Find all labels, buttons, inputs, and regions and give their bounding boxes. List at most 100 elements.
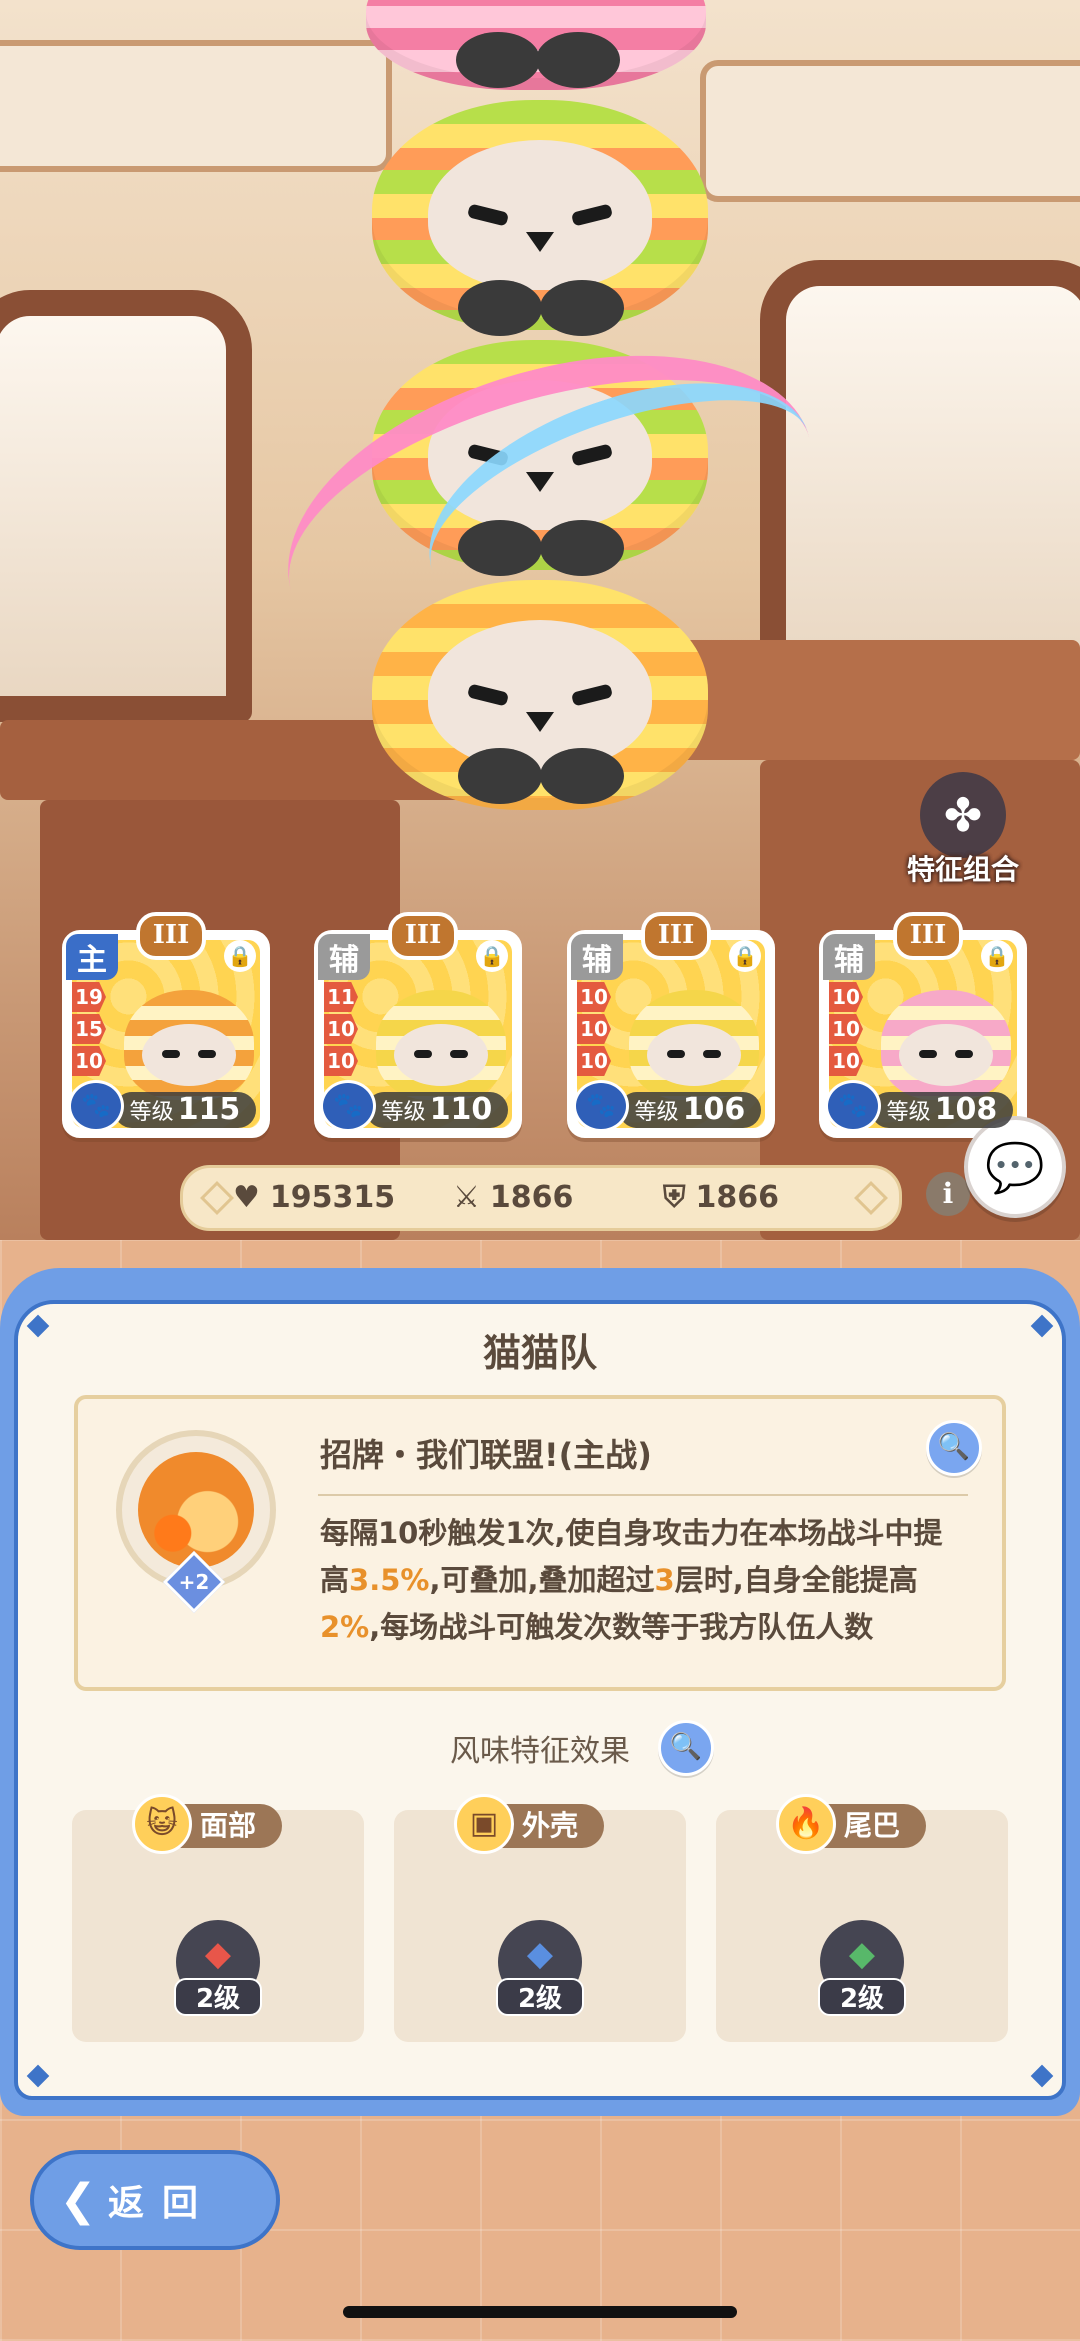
- fire-cat-icon: [138, 1452, 254, 1568]
- level-badge: 等级 106: [619, 1092, 761, 1128]
- shield-icon: ⛨: [663, 1180, 686, 1215]
- stat-pip: 10: [72, 1046, 106, 1076]
- paw-icon[interactable]: 🐾: [825, 1080, 881, 1132]
- stat-pip: 19: [72, 982, 106, 1012]
- level-badge: 等级 108: [871, 1092, 1013, 1128]
- cat-portrait: [881, 990, 1011, 1100]
- team-stats-bar: ♥ 195315 ⚔ 1866 ⛨ 1866: [180, 1165, 902, 1231]
- trait-combo-label: 特征组合: [906, 853, 1019, 886]
- hp-stat: ♥ 195315: [233, 1180, 395, 1215]
- trait-card[interactable]: 🔥 尾巴 ◆ 2级: [716, 1794, 1008, 2042]
- lock-icon[interactable]: 🔒: [981, 940, 1013, 972]
- cat-paw: [458, 748, 542, 804]
- ceiling-beam: [700, 60, 1080, 202]
- cat-paw: [536, 32, 620, 88]
- magnifier-icon: 🔍: [937, 1432, 971, 1462]
- stat-pip: 10: [324, 1046, 358, 1076]
- skill-divider: [318, 1494, 968, 1496]
- window-left: [0, 290, 252, 722]
- stat-pips: 10 10 10: [577, 982, 611, 1078]
- back-button[interactable]: ❮ 返回: [30, 2150, 280, 2250]
- trait-combo-button[interactable]: ✤ 特征组合: [898, 772, 1028, 886]
- home-indicator[interactable]: [343, 2306, 737, 2318]
- paw-icon[interactable]: 🐾: [68, 1080, 124, 1132]
- trait-level-text: 2级: [174, 1978, 262, 2016]
- cat-face: [647, 1024, 741, 1086]
- cat-portrait: [376, 990, 506, 1100]
- lock-icon[interactable]: 🔒: [224, 940, 256, 972]
- flavor-title-text: 风味特征效果: [450, 1734, 630, 1769]
- gem-icon: ◆: [526, 1934, 554, 1974]
- chat-bubble-icon: 💬: [985, 1139, 1045, 1196]
- cat-yellow-1: [372, 100, 708, 336]
- cat-face-icon: 😺: [132, 1794, 192, 1854]
- cat-eye: [198, 1050, 216, 1058]
- trait-label: 面部: [200, 1809, 257, 1842]
- level-label: 等级: [634, 1100, 679, 1125]
- cat-eye: [450, 1050, 468, 1058]
- cat-eye: [162, 1050, 180, 1058]
- shell-icon: ▣: [454, 1794, 514, 1854]
- trait-level: ◆ 2级: [496, 1920, 584, 2016]
- stat-pip: 10: [577, 1014, 611, 1044]
- desc-highlight: 3: [654, 1563, 675, 1597]
- cat-nose: [526, 232, 554, 252]
- cat-card[interactable]: 辅 III 🔒 11 10 10 🐾 等级 110: [314, 912, 522, 1138]
- rank-badge: III: [388, 912, 458, 960]
- desc-highlight: 3.5%: [349, 1563, 430, 1597]
- cat-eye: [570, 203, 614, 227]
- heart-icon: ♥: [233, 1180, 260, 1215]
- stat-pip: 11: [324, 982, 358, 1012]
- cat-eye: [466, 683, 510, 707]
- gem-icon: ◆: [204, 1934, 232, 1974]
- trait-level-text: 2级: [818, 1978, 906, 2016]
- desc-text: ,每场战斗可触发次数等于我方队伍人数: [369, 1610, 874, 1644]
- chat-button[interactable]: 💬: [964, 1116, 1066, 1218]
- cat-face: [394, 1024, 488, 1086]
- trait-label: 外壳: [522, 1809, 579, 1842]
- desc-text: 层时,自身全能提高: [674, 1563, 918, 1597]
- defense-value: 1866: [695, 1180, 780, 1215]
- defense-stat: ⛨ 1866: [663, 1180, 779, 1215]
- cat-card[interactable]: 主 III 🔒 19 15 10 🐾 等级 115: [62, 912, 270, 1138]
- trait-level-text: 2级: [496, 1978, 584, 2016]
- paw-icon[interactable]: 🐾: [573, 1080, 629, 1132]
- cat-eye: [955, 1050, 973, 1058]
- level-value: 110: [429, 1092, 493, 1127]
- cat-card[interactable]: 辅 III 🔒 10 10 10 🐾 等级 106: [567, 912, 775, 1138]
- level-value: 106: [682, 1092, 746, 1127]
- cat-paw: [540, 748, 624, 804]
- ceiling-beam: [0, 40, 392, 172]
- level-value: 115: [177, 1092, 241, 1127]
- lock-icon[interactable]: 🔒: [476, 940, 508, 972]
- flavor-zoom-button[interactable]: 🔍: [658, 1720, 714, 1776]
- cat-paw: [540, 280, 624, 336]
- lock-icon[interactable]: 🔒: [729, 940, 761, 972]
- trait-card[interactable]: 😺 面部 ◆ 2级: [72, 1794, 364, 2042]
- stat-pips: 19 15 10: [72, 982, 106, 1078]
- cat-eye: [667, 1050, 685, 1058]
- info-button[interactable]: i: [926, 1172, 970, 1216]
- cat-card[interactable]: 辅 III 🔒 10 10 10 🐾 等级 108: [819, 912, 1027, 1138]
- skill-description: 每隔10秒触发1次,使自身攻击力在本场战斗中提高3.5%,可叠加,叠加超过3层时…: [320, 1510, 960, 1660]
- cat-eye: [703, 1050, 721, 1058]
- paw-icon[interactable]: 🐾: [320, 1080, 376, 1132]
- trait-card[interactable]: ▣ 外壳 ◆ 2级: [394, 1794, 686, 2042]
- back-label: 返回: [108, 2183, 217, 2224]
- desc-highlight: 2%: [320, 1610, 370, 1644]
- trait-tag: ▣ 外壳: [454, 1794, 605, 1854]
- cat-face: [142, 1024, 236, 1086]
- bar-ornament: [854, 1181, 888, 1215]
- desc-text: ,可叠加,叠加超过: [429, 1563, 655, 1597]
- cat-portrait: [629, 990, 759, 1100]
- cat-portrait: [124, 990, 254, 1100]
- stat-pips: 10 10 10: [829, 982, 863, 1078]
- magnifier-icon: 🔍: [669, 1732, 703, 1762]
- flavor-title: 风味特征效果: [0, 1726, 1080, 1770]
- crossed-swords-icon: ⚔: [453, 1180, 480, 1215]
- stat-pip: 10: [577, 982, 611, 1012]
- hp-value: 195315: [269, 1180, 396, 1215]
- stat-pip: 15: [72, 1014, 106, 1044]
- skill-zoom-button[interactable]: 🔍: [926, 1420, 982, 1476]
- panel-title: 猫猫队: [482, 1331, 597, 1375]
